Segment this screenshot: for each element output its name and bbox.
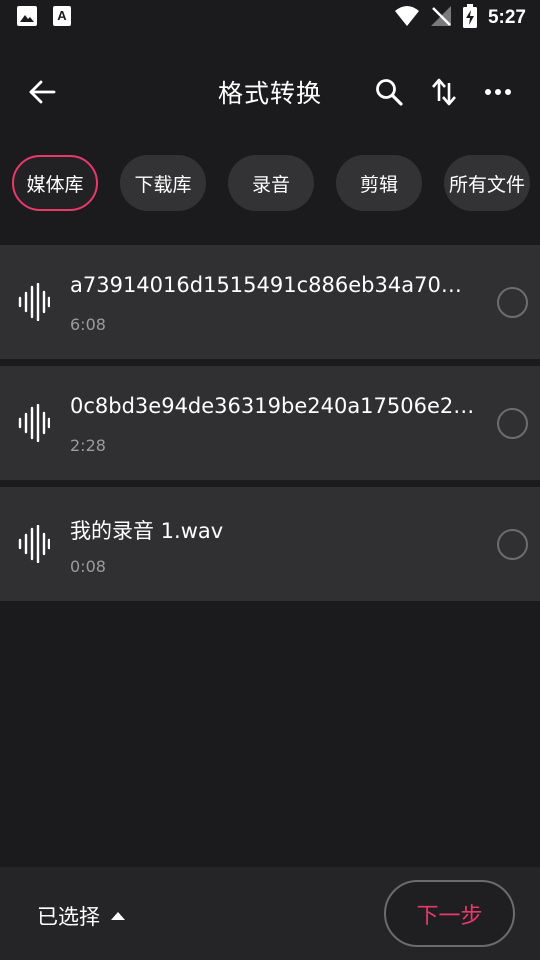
file-duration: 6:08: [70, 315, 106, 334]
chip-media-library[interactable]: 媒体库: [12, 155, 98, 211]
waveform-icon: [18, 404, 50, 442]
toolbar: 格式转换: [0, 56, 540, 128]
select-radio[interactable]: [497, 287, 528, 318]
chip-recordings[interactable]: 录音: [228, 155, 314, 211]
more-dots-icon: [485, 89, 511, 95]
app-screen: A 5:27 格式转换 媒体库 下载库 录音 剪辑 所有文件 a73914016…: [0, 0, 540, 960]
battery-charging-icon: [462, 4, 478, 32]
next-button[interactable]: 下一步: [384, 880, 515, 947]
accessibility-a-icon: A: [52, 5, 72, 31]
chip-downloads[interactable]: 下载库: [120, 155, 206, 211]
sort-arrows-icon: [432, 78, 456, 106]
status-time: 5:27: [487, 7, 526, 28]
more-button[interactable]: [478, 72, 518, 112]
bottom-bar: 已选择 下一步: [0, 867, 540, 960]
status-bar: A 5:27: [0, 0, 540, 36]
waveform-icon: [18, 283, 50, 321]
selected-toggle[interactable]: 已选择: [37, 901, 126, 931]
file-item[interactable]: a73914016d1515491c886eb34a7045.. 6:08: [0, 245, 540, 359]
file-name: 0c8bd3e94de36319be240a17506e27..: [70, 394, 475, 418]
image-icon: [16, 5, 38, 31]
file-item[interactable]: 0c8bd3e94de36319be240a17506e27.. 2:28: [0, 366, 540, 480]
file-item[interactable]: 我的录音 1.wav 0:08: [0, 487, 540, 601]
select-radio[interactable]: [497, 408, 528, 439]
chip-all-files[interactable]: 所有文件: [444, 155, 530, 211]
file-duration: 0:08: [70, 557, 106, 576]
category-chips: 媒体库 下载库 录音 剪辑 所有文件: [12, 155, 540, 211]
no-signal-icon: [430, 5, 452, 31]
file-name: 我的录音 1.wav: [70, 519, 224, 543]
search-icon: [376, 79, 403, 106]
file-list: a73914016d1515491c886eb34a7045.. 6:08 0c…: [0, 245, 540, 608]
selected-label: 已选择: [37, 905, 100, 929]
wifi-icon: [394, 5, 420, 31]
svg-text:A: A: [57, 8, 67, 23]
file-duration: 2:28: [70, 436, 106, 455]
caret-up-icon: [111, 912, 125, 920]
search-button[interactable]: [369, 72, 409, 112]
status-right: 5:27: [394, 4, 526, 32]
waveform-icon: [18, 525, 50, 563]
chip-clips[interactable]: 剪辑: [336, 155, 422, 211]
status-left: A: [16, 5, 72, 31]
file-name: a73914016d1515491c886eb34a7045..: [70, 273, 475, 297]
select-radio[interactable]: [497, 529, 528, 560]
sort-button[interactable]: [424, 72, 464, 112]
